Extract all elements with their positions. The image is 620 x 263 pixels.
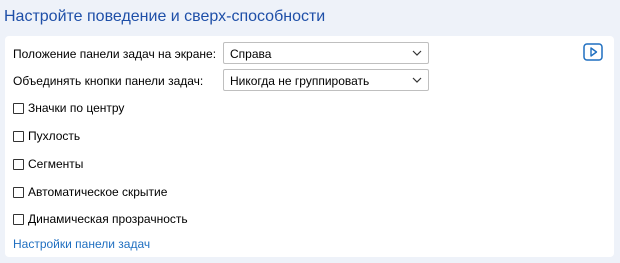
- taskbar-position-value: Справа: [230, 47, 272, 61]
- checkbox-row-segments[interactable]: Сегменты: [13, 156, 83, 172]
- checkbox-row-auto-hide[interactable]: Автоматическое скрытие: [13, 184, 167, 200]
- center-icons-label: Значки по центру: [28, 101, 125, 115]
- segments-label: Сегменты: [28, 157, 84, 171]
- dynamic-transparency-checkbox[interactable]: [13, 213, 24, 225]
- checkbox-row-center-icons[interactable]: Значки по центру: [13, 100, 124, 116]
- combine-buttons-label: Объединять кнопки панели задач:: [13, 74, 204, 88]
- auto-hide-checkbox[interactable]: [13, 186, 24, 198]
- page-title: Настройте поведение и сверх-способности: [4, 8, 326, 25]
- combine-buttons-select[interactable]: Никогда не группировать: [223, 69, 429, 91]
- auto-hide-label: Автоматическое скрытие: [28, 185, 168, 199]
- segments-checkbox[interactable]: [13, 158, 24, 170]
- play-video-icon[interactable]: [583, 43, 603, 61]
- plumpness-label: Пухлость: [28, 129, 81, 143]
- chevron-down-icon: [412, 50, 422, 56]
- center-icons-checkbox[interactable]: [13, 102, 24, 114]
- taskbar-position-select[interactable]: Справа: [223, 42, 429, 64]
- dynamic-transparency-label: Динамическая прозрачность: [28, 212, 188, 226]
- settings-panel: Положение панели задач на экране: Справа…: [5, 36, 614, 257]
- checkbox-row-dynamic-transparency[interactable]: Динамическая прозрачность: [13, 211, 188, 227]
- combine-buttons-value: Никогда не группировать: [230, 74, 370, 88]
- plumpness-checkbox[interactable]: [13, 130, 24, 142]
- chevron-down-icon: [412, 77, 422, 83]
- checkbox-row-plumpness[interactable]: Пухлость: [13, 128, 80, 144]
- taskbar-position-label: Положение панели задач на экране:: [13, 47, 217, 61]
- taskbar-settings-link[interactable]: Настройки панели задач: [13, 237, 150, 251]
